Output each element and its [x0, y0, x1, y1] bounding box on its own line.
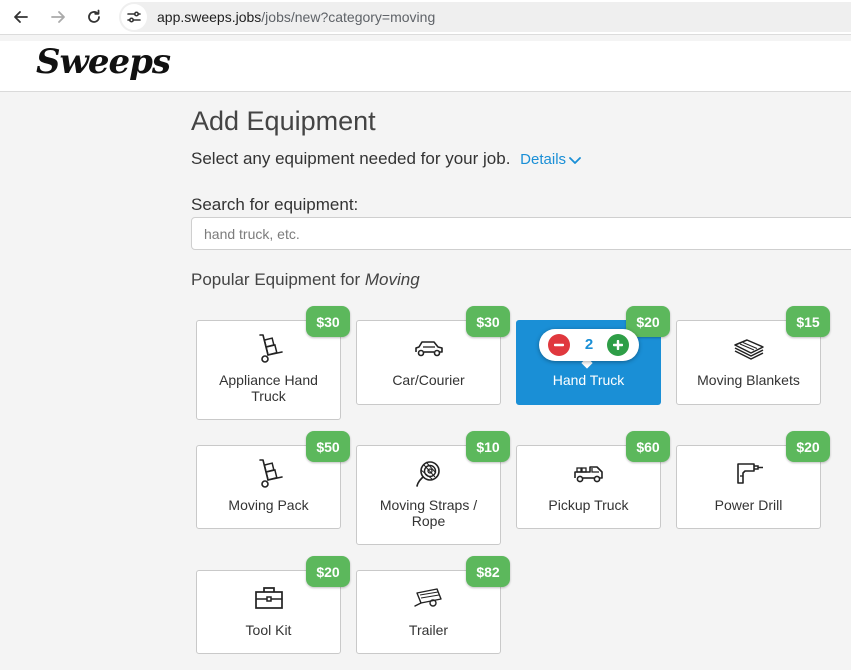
- price-badge: $15: [786, 306, 830, 337]
- price-badge: $30: [466, 306, 510, 337]
- browser-toolbar: app.sweeps.jobs/jobs/new?category=moving: [0, 0, 851, 35]
- minus-icon: [554, 343, 564, 347]
- sweeps-logo[interactable]: Sweeps: [36, 42, 171, 82]
- price-badge: $30: [306, 306, 350, 337]
- forward-icon[interactable]: [48, 7, 68, 27]
- page-title: Add Equipment: [191, 106, 376, 136]
- card-label: Tool Kit: [245, 622, 292, 638]
- price-badge: $20: [786, 431, 830, 462]
- price-badge: $50: [306, 431, 350, 462]
- card-label: Hand Truck: [552, 372, 625, 388]
- card-label: Moving Pack: [228, 497, 309, 513]
- price-badge: $10: [466, 431, 510, 462]
- card-label-line2: Truck: [251, 388, 286, 404]
- url-text[interactable]: app.sweeps.jobs/jobs/new?category=moving: [157, 9, 435, 25]
- card-label-line2: Rope: [411, 513, 446, 529]
- decrease-quantity-button[interactable]: [548, 334, 570, 356]
- details-link[interactable]: Details: [520, 151, 581, 168]
- chevron-down-icon: [569, 157, 581, 164]
- popular-heading: Popular Equipment for Moving: [191, 270, 420, 290]
- card-label: Pickup Truck: [548, 497, 629, 513]
- price-badge: $20: [306, 556, 350, 587]
- card-label: Moving Straps / Rope: [365, 497, 492, 529]
- details-label: Details: [520, 151, 567, 168]
- site-header: Sweeps: [0, 41, 851, 92]
- site-settings-icon[interactable]: [121, 4, 147, 30]
- plus-icon: [613, 340, 623, 350]
- card-label-line1: Appliance Hand: [219, 372, 318, 388]
- popular-prefix: Popular Equipment for: [191, 270, 365, 289]
- quantity-value: 2: [584, 336, 594, 353]
- card-label: Moving Blankets: [697, 372, 800, 388]
- url-host: app.sweeps.jobs: [157, 9, 262, 25]
- quantity-stepper: 2: [539, 329, 639, 361]
- card-label: Appliance Hand Truck: [205, 372, 332, 404]
- card-label: Car/Courier: [392, 372, 465, 388]
- page-subtitle: Select any equipment needed for your job…: [191, 149, 581, 169]
- url-path: /jobs/new?category=moving: [261, 9, 436, 25]
- back-icon[interactable]: [11, 7, 31, 27]
- card-label: Power Drill: [714, 497, 783, 513]
- equipment-search-input[interactable]: [191, 217, 851, 250]
- price-badge: $82: [466, 556, 510, 587]
- card-label-line1: Moving Straps /: [379, 497, 478, 513]
- subtitle-text: Select any equipment needed for your job…: [191, 149, 511, 168]
- price-badge: $60: [626, 431, 670, 462]
- increase-quantity-button[interactable]: [607, 334, 629, 356]
- reload-icon[interactable]: [84, 7, 104, 27]
- card-label: Trailer: [408, 622, 449, 638]
- search-label: Search for equipment:: [191, 195, 359, 214]
- popular-category: Moving: [364, 270, 420, 289]
